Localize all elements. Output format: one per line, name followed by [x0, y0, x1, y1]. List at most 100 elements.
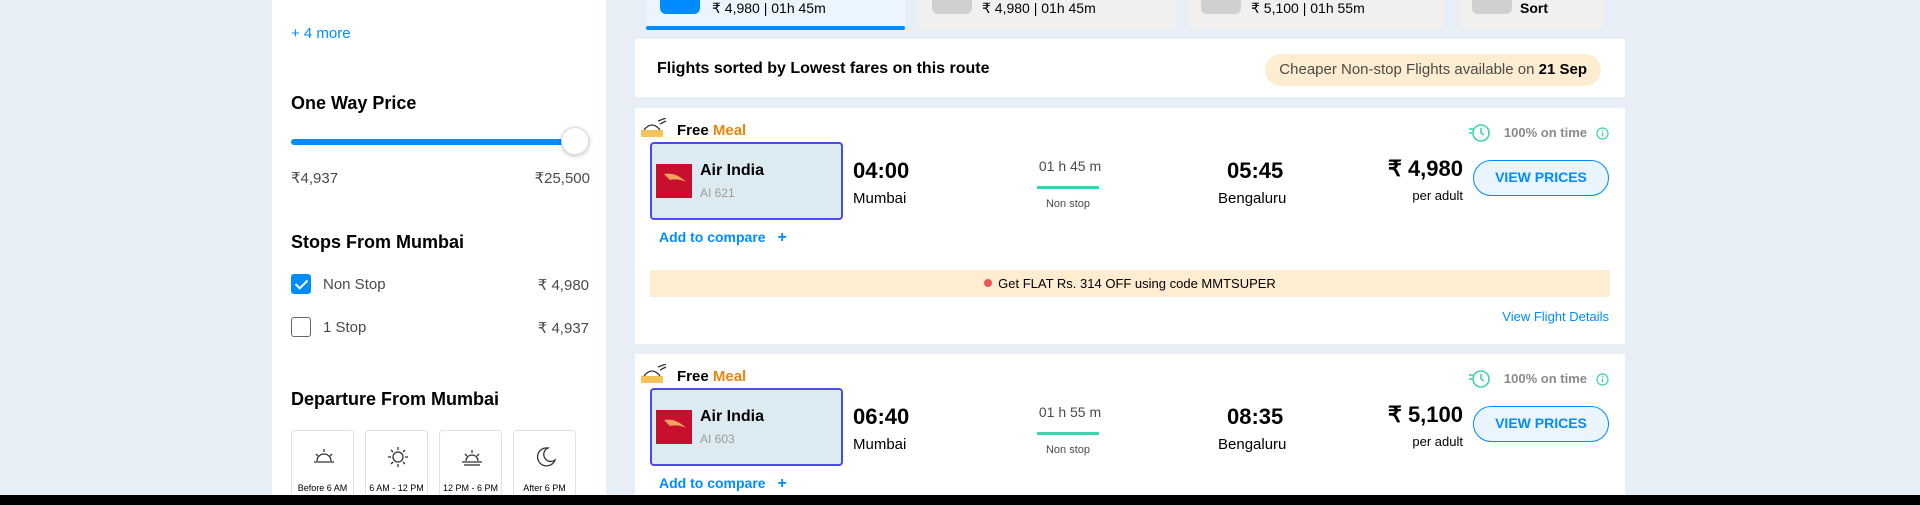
departure-slot-6am-12pm[interactable]: 6 AM - 12 PM [365, 430, 428, 500]
on-time-clock-icon [1469, 370, 1490, 388]
on-time-text: 100% on time [1503, 371, 1587, 386]
flight-number: AI 603 [700, 432, 735, 446]
flight-card: Free Meal 100% on time Air India AI 621 … [635, 108, 1625, 344]
departure-slot-12pm-6pm[interactable]: 12 PM - 6 PM [439, 430, 502, 500]
flight-duration: 01 h 55 m [1038, 404, 1102, 420]
departure-slot-before-6am[interactable]: Before 6 AM [291, 430, 354, 500]
compare-text: Add to compare [659, 229, 766, 245]
departure-slot-after-6pm[interactable]: After 6 PM [513, 430, 576, 500]
flight-price: ₹ 4,980 [1387, 156, 1463, 181]
other-sort-icon [1201, 0, 1241, 14]
tab-sort-text: Sort [1520, 0, 1548, 16]
departure-slot-label: 6 AM - 12 PM [369, 483, 424, 493]
cheaper-flights-pill[interactable]: Cheaper Non-stop Flights available on 21… [1265, 54, 1601, 86]
airline-name: Air India [700, 408, 765, 425]
sorted-info-bar: Flights sorted by Lowest fares on this r… [635, 39, 1625, 97]
departure-city: Mumbai [853, 190, 907, 207]
departure-slot-label: After 6 PM [523, 483, 566, 493]
stop-price: ₹ 4,980 [537, 277, 589, 294]
non-stop-checkbox[interactable] [291, 274, 311, 294]
offer-dot-icon [984, 279, 993, 287]
price-min-label: ₹4,937 [291, 170, 339, 187]
stop-filter-one-stop[interactable]: 1 Stop ₹ 4,937 [291, 316, 589, 338]
tab-other-text: ₹ 5,100 | 01h 55m [1251, 0, 1365, 16]
departure-title: Departure From Mumbai [291, 389, 500, 409]
price-slider-handle[interactable] [561, 127, 589, 155]
meal-icon [641, 364, 667, 383]
sun-icon [388, 447, 408, 467]
airline-info[interactable]: Air India AI 621 [650, 142, 843, 220]
sunset-icon [462, 450, 482, 466]
meal-word: Meal [712, 368, 747, 385]
compare-text: Add to compare [659, 475, 766, 491]
sorted-by-text: Flights sorted by Lowest fares on this r… [657, 60, 990, 77]
stop-label: 1 Stop [323, 319, 367, 336]
add-to-compare-link[interactable]: Add to compare + [659, 475, 787, 493]
flight-number: AI 621 [700, 186, 735, 200]
info-icon[interactable] [1596, 373, 1609, 386]
view-prices-button[interactable]: VIEW PRICES [1473, 160, 1609, 196]
departure-time: 04:00 [853, 158, 910, 183]
tab-fastest-text: ₹ 4,980 | 01h 45m [982, 0, 1096, 16]
filters-sidebar: + 4 more One Way Price ₹4,937 ₹25,500 St… [272, 0, 606, 500]
one-stop-checkbox[interactable] [291, 317, 311, 337]
view-flight-details-link[interactable]: View Flight Details [1502, 309, 1609, 324]
on-time-text: 100% on time [1503, 125, 1587, 140]
plus-icon: + [777, 229, 787, 246]
airline-info[interactable]: Air India AI 603 [650, 388, 843, 466]
per-adult-label: per adult [1412, 434, 1463, 449]
on-time-badge: 100% on time [1469, 123, 1609, 143]
moon-icon [536, 447, 557, 467]
departure-slot-label: 12 PM - 6 PM [442, 483, 498, 493]
fastest-icon [932, 0, 972, 14]
stop-label: Non Stop [323, 276, 386, 293]
price-slider-track[interactable] [291, 139, 581, 145]
air-india-logo [656, 164, 692, 198]
add-to-compare-link[interactable]: Add to compare + [659, 229, 787, 247]
stop-price: ₹ 4,937 [537, 320, 589, 337]
duration-line [1037, 432, 1099, 435]
flight-card: Free Meal 100% on time Air India AI 603 … [635, 354, 1625, 495]
stops-label: Non stop [1045, 198, 1091, 210]
air-india-logo [656, 410, 692, 444]
info-icon[interactable] [1596, 127, 1609, 140]
on-time-clock-icon [1469, 124, 1490, 142]
meal-icon [641, 118, 667, 137]
arrival-city: Bengaluru [1218, 436, 1287, 453]
flight-price: ₹ 5,100 [1387, 402, 1463, 427]
cheaper-date: 21 Sep [1538, 61, 1587, 78]
meal-free-text: Free [677, 122, 709, 139]
on-time-badge: 100% on time [1469, 369, 1609, 389]
plus-icon: + [777, 475, 787, 492]
offer-banner: Get FLAT Rs. 314 OFF using code MMTSUPER [650, 270, 1610, 297]
one-way-price-title: One Way Price [291, 93, 417, 113]
more-airlines-link[interactable]: + 4 more [291, 25, 351, 42]
tab-sort[interactable]: Sort [1458, 0, 1606, 30]
departure-slot-label: Before 6 AM [297, 483, 348, 493]
arrival-time: 05:45 [1227, 158, 1284, 183]
airline-name: Air India [700, 162, 765, 179]
flight-duration: 01 h 45 m [1038, 158, 1102, 174]
per-adult-label: per adult [1412, 188, 1463, 203]
bottom-edge [0, 495, 1920, 505]
price-max-label: ₹25,500 [534, 170, 590, 187]
sunrise-icon [314, 449, 334, 463]
sort-icon [1472, 0, 1512, 14]
arrival-time: 08:35 [1227, 404, 1284, 429]
stop-filter-non-stop[interactable]: Non Stop ₹ 4,980 [291, 273, 589, 295]
cheaper-prefix: Cheaper Non-stop Flights available on [1279, 61, 1535, 78]
duration-line [1037, 186, 1099, 189]
view-prices-button[interactable]: VIEW PRICES [1473, 406, 1609, 442]
tab-fastest[interactable]: ₹ 4,980 | 01h 45m [918, 0, 1176, 30]
offer-text: Get FLAT Rs. 314 OFF using code MMTSUPER [998, 276, 1276, 291]
stops-title: Stops From Mumbai [291, 232, 465, 252]
departure-city: Mumbai [853, 436, 907, 453]
tab-cheapest-text: ₹ 4,980 | 01h 45m [712, 0, 826, 16]
meal-free-text: Free [677, 368, 709, 385]
tab-other[interactable]: ₹ 5,100 | 01h 55m [1187, 0, 1445, 30]
departure-time: 06:40 [853, 404, 910, 429]
active-tab-indicator [646, 26, 905, 30]
meal-word: Meal [712, 122, 747, 139]
cheapest-icon [660, 0, 700, 14]
stops-label: Non stop [1045, 444, 1091, 456]
